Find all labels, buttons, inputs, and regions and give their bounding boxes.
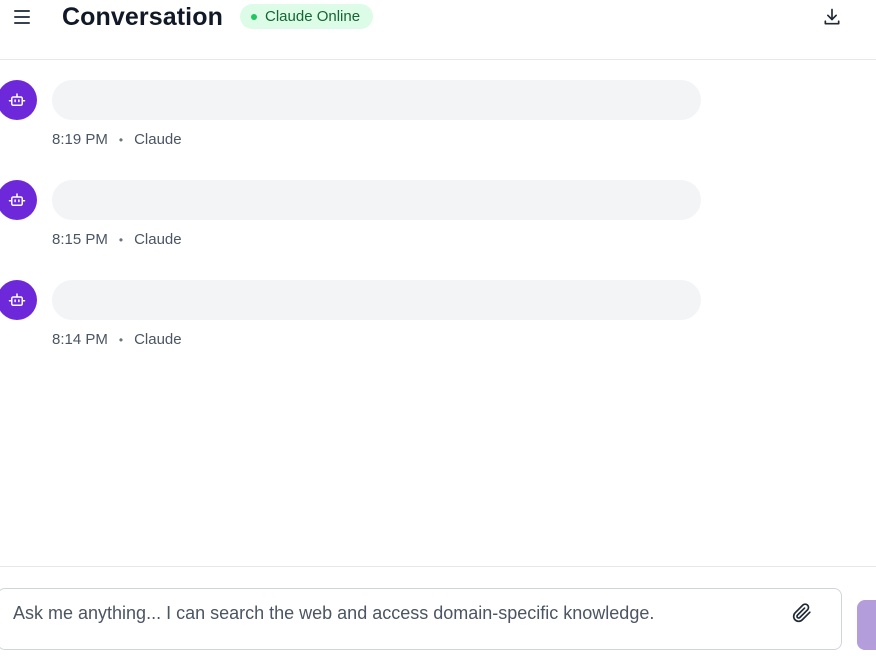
menu-icon (14, 10, 30, 12)
send-button[interactable] (857, 600, 876, 650)
meta-separator: • (118, 233, 124, 247)
message-item: 8:14 PM • Claude (0, 261, 876, 348)
message-meta: 8:15 PM • Claude (52, 231, 182, 249)
message-sender: Claude (134, 331, 182, 348)
message-sender: Claude (134, 131, 182, 148)
avatar (0, 80, 37, 120)
composer (0, 566, 876, 664)
meta-separator: • (118, 133, 124, 147)
paperclip-icon (792, 603, 811, 623)
message-time: 8:14 PM (52, 331, 108, 348)
download-icon (824, 8, 840, 25)
message-bubble (52, 180, 701, 220)
bot-icon (8, 93, 26, 106)
message-meta: 8:14 PM • Claude (52, 331, 182, 349)
menu-button[interactable] (10, 6, 34, 28)
meta-separator: • (118, 333, 124, 347)
status-badge: Claude Online (240, 4, 374, 29)
message-list[interactable]: 8:19 PM • Claude 8:15 PM • Claude 8:14 P… (0, 61, 876, 566)
message-meta: 8:19 PM • Claude (52, 131, 182, 149)
menu-icon-bar (14, 16, 30, 18)
message-time: 8:15 PM (52, 231, 108, 248)
message-bubble (52, 280, 701, 320)
message-item: 8:19 PM • Claude (0, 61, 876, 148)
bot-icon (8, 293, 26, 306)
menu-icon-bar (14, 22, 30, 24)
message-sender: Claude (134, 231, 182, 248)
avatar (0, 280, 37, 320)
page-title: Conversation (62, 3, 223, 31)
avatar (0, 180, 37, 220)
message-time: 8:19 PM (52, 131, 108, 148)
chat-header: Conversation Claude Online (0, 0, 876, 60)
message-item: 8:15 PM • Claude (0, 161, 876, 248)
bot-icon (8, 193, 26, 206)
attach-button[interactable] (790, 601, 814, 625)
online-dot-icon (251, 13, 257, 20)
message-input-box[interactable] (0, 588, 842, 650)
export-button[interactable] (818, 4, 846, 30)
message-input[interactable] (13, 589, 773, 637)
status-text: Claude Online (265, 8, 361, 25)
message-bubble (52, 80, 701, 120)
